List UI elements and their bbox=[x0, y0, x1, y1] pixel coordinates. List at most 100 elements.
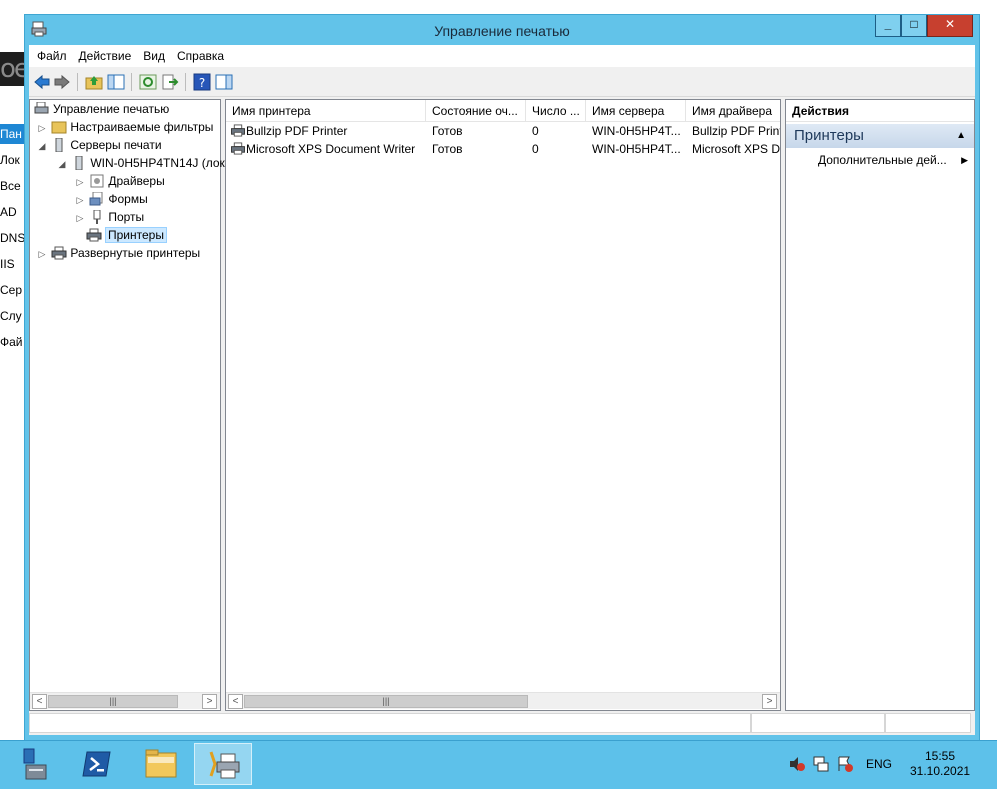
file-explorer-icon bbox=[145, 749, 177, 778]
taskbar-print-management[interactable] bbox=[194, 743, 252, 785]
menu-action[interactable]: Действие bbox=[79, 49, 132, 63]
list-header: Имя принтера Состояние оч... Число ... И… bbox=[226, 100, 780, 122]
volume-muted-icon[interactable] bbox=[788, 755, 806, 773]
printer-icon bbox=[231, 124, 245, 137]
table-row[interactable]: Bullzip PDF Printer Готов 0 WIN-0H5HP4T.… bbox=[226, 122, 780, 140]
menu-file[interactable]: Файл bbox=[37, 49, 67, 63]
menu-bar: Файл Действие Вид Справка bbox=[29, 45, 975, 67]
toolbar-separator bbox=[131, 73, 132, 91]
toolbar-separator bbox=[77, 73, 78, 91]
collapse-icon[interactable]: ◢ bbox=[36, 137, 48, 155]
status-bar-section bbox=[751, 713, 885, 733]
clock-date: 31.10.2021 bbox=[910, 764, 971, 778]
column-header-server-name[interactable]: Имя сервера bbox=[586, 100, 686, 122]
show-hide-tree-icon[interactable] bbox=[107, 73, 125, 91]
taskbar: ENG 15:55 31.10.2021 bbox=[0, 740, 997, 789]
expand-icon[interactable]: ▷ bbox=[74, 173, 86, 191]
tree-item-server-win[interactable]: ◢ WIN-0H5HP4TN14J (лок bbox=[56, 154, 225, 172]
action-label: Дополнительные дей... bbox=[818, 153, 947, 167]
tree-item-drivers[interactable]: ▷ Драйверы bbox=[74, 172, 165, 190]
cell-driver-name: Microsoft XPS Do bbox=[692, 142, 780, 156]
column-header-driver-name[interactable]: Имя драйвера bbox=[686, 100, 780, 122]
console-tree: Управление печатью ▷ Настраиваемые фильт… bbox=[29, 99, 225, 711]
menu-view[interactable]: Вид bbox=[143, 49, 165, 63]
print-management-icon bbox=[34, 102, 49, 114]
action-center-flag-icon[interactable] bbox=[836, 755, 854, 773]
network-icon[interactable] bbox=[812, 755, 830, 773]
cell-printer-name: Bullzip PDF Printer bbox=[226, 122, 426, 140]
scroll-left-button[interactable]: < bbox=[228, 694, 243, 709]
printer-name: Bullzip PDF Printer bbox=[246, 124, 348, 138]
tree-item-label: Формы bbox=[108, 192, 148, 206]
action-more-actions[interactable]: Дополнительные дей... ▶ bbox=[786, 150, 974, 170]
clock-time: 15:55 bbox=[924, 749, 956, 763]
driver-icon bbox=[90, 174, 104, 188]
tree-item-ports[interactable]: ▷ Порты bbox=[74, 208, 144, 226]
menu-help[interactable]: Справка bbox=[177, 49, 224, 63]
client-area: Управление печатью ▷ Настраиваемые фильт… bbox=[29, 97, 975, 717]
column-header-printer-name[interactable]: Имя принтера bbox=[226, 100, 426, 122]
tree-item-label: Настраиваемые фильтры bbox=[70, 120, 214, 134]
tree-item-label: Серверы печати bbox=[70, 138, 162, 152]
scroll-right-button[interactable]: > bbox=[202, 694, 217, 709]
maximize-button[interactable]: □ bbox=[901, 15, 927, 37]
column-header-jobs-count[interactable]: Число ... bbox=[526, 100, 586, 122]
scroll-right-button[interactable]: > bbox=[762, 694, 777, 709]
tree-item-print-servers[interactable]: ◢ Серверы печати bbox=[36, 136, 162, 154]
tree-item-label: Порты bbox=[108, 210, 145, 224]
tree-item-label: Драйверы bbox=[108, 174, 165, 188]
tree-item-label: Управление печатью bbox=[53, 102, 170, 116]
forward-icon[interactable] bbox=[53, 73, 71, 91]
toolbar-separator bbox=[185, 73, 186, 91]
cell-server-name: WIN-0H5HP4T... bbox=[592, 142, 681, 156]
tree-item-label: Развернутые принтеры bbox=[70, 246, 201, 260]
export-list-icon[interactable] bbox=[161, 73, 179, 91]
actions-pane: Действия Принтеры ▲ Дополнительные дей..… bbox=[785, 99, 975, 711]
expand-icon[interactable]: ▷ bbox=[36, 119, 48, 137]
scroll-thumb[interactable]: ||| bbox=[244, 695, 528, 708]
help-icon[interactable]: ? bbox=[193, 73, 211, 91]
tree-item-printers[interactable]: Принтеры bbox=[86, 226, 167, 244]
svg-text:?: ? bbox=[199, 76, 205, 90]
table-row[interactable]: Microsoft XPS Document Writer Готов 0 WI… bbox=[226, 140, 780, 158]
cell-queue-status: Готов bbox=[432, 124, 463, 138]
tree-item-label: Принтеры bbox=[105, 227, 167, 243]
close-button[interactable]: ✕ bbox=[927, 15, 973, 37]
clock[interactable]: 15:55 31.10.2021 bbox=[910, 749, 970, 779]
scroll-left-button[interactable]: < bbox=[32, 694, 47, 709]
collapse-up-icon[interactable]: ▲ bbox=[956, 124, 966, 148]
expand-icon[interactable]: ▷ bbox=[74, 209, 86, 227]
toolbar: ? bbox=[29, 67, 975, 97]
list-horizontal-scrollbar[interactable]: < ||| > bbox=[226, 692, 780, 709]
window-title: Управление печатью bbox=[434, 23, 570, 39]
server-manager-icon bbox=[23, 748, 47, 780]
scroll-thumb[interactable]: ||| bbox=[48, 695, 178, 708]
print-management-icon bbox=[209, 751, 240, 779]
taskbar-file-explorer[interactable] bbox=[132, 743, 190, 785]
tree-item-root[interactable]: Управление печатью bbox=[34, 100, 169, 118]
actions-section-printers[interactable]: Принтеры ▲ bbox=[786, 124, 974, 148]
expand-icon[interactable]: ▷ bbox=[74, 191, 86, 209]
tree-item-deployed-printers[interactable]: ▷ Развернутые принтеры bbox=[36, 244, 201, 263]
tree-item-forms[interactable]: ▷ Формы bbox=[74, 190, 148, 208]
printer-name: Microsoft XPS Document Writer bbox=[246, 142, 416, 156]
title-bar[interactable]: Управление печатью _ □ ✕ bbox=[25, 15, 979, 45]
collapse-icon[interactable]: ◢ bbox=[56, 155, 68, 173]
expand-icon[interactable]: ▷ bbox=[36, 245, 48, 263]
tree-item-label: WIN-0H5HP4TN14J (лок bbox=[90, 156, 225, 170]
column-header-queue-status[interactable]: Состояние оч... bbox=[426, 100, 526, 122]
taskbar-powershell[interactable] bbox=[68, 743, 126, 785]
printer-icon bbox=[51, 246, 67, 260]
tree-horizontal-scrollbar[interactable]: < ||| > bbox=[30, 692, 220, 709]
status-bar-section bbox=[885, 713, 971, 733]
back-icon[interactable] bbox=[33, 73, 51, 91]
minimize-button[interactable]: _ bbox=[875, 15, 901, 37]
submenu-arrow-icon: ▶ bbox=[961, 155, 968, 165]
language-indicator[interactable]: ENG bbox=[866, 757, 892, 771]
up-folder-icon[interactable] bbox=[85, 73, 103, 91]
show-hide-action-pane-icon[interactable] bbox=[215, 73, 233, 91]
tree-item-custom-filters[interactable]: ▷ Настраиваемые фильтры bbox=[36, 118, 214, 137]
taskbar-server-manager[interactable] bbox=[6, 743, 62, 785]
server-icon bbox=[55, 138, 63, 152]
refresh-icon[interactable] bbox=[139, 73, 157, 91]
